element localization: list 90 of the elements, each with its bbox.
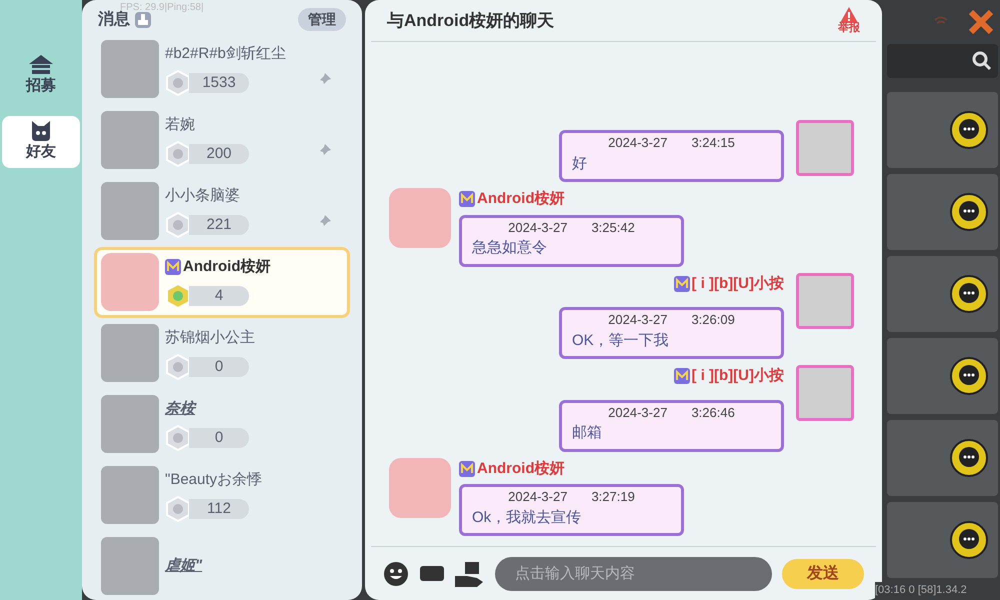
message-time: 3:26:09 <box>691 311 735 329</box>
panel-title: 消息 <box>98 10 130 30</box>
avatar-placeholder <box>101 324 159 382</box>
friend-count: 112 <box>189 498 249 519</box>
smiley-icon[interactable] <box>383 560 409 586</box>
close-icon[interactable] <box>968 9 994 35</box>
friend-name: 小小条脑婆 <box>165 186 240 206</box>
chat-bubble-icon[interactable] <box>950 357 988 395</box>
cat-icon <box>30 120 52 141</box>
message-date: 2024-3-27 <box>608 311 668 329</box>
nav-tab[interactable]: 好友 <box>2 116 80 168</box>
search-field[interactable] <box>887 44 998 78</box>
message-date: 2024-3-27 <box>508 218 568 236</box>
vip-badge-icon <box>459 460 475 477</box>
friend-item[interactable]: 虐姬" <box>94 530 350 600</box>
friend-count: 0 <box>189 428 249 448</box>
avatar-placeholder <box>101 466 159 524</box>
sender-name: [ i ][b][U]小按 <box>692 366 784 386</box>
chat-input-field[interactable]: 点击输入聊天内容 <box>495 556 772 590</box>
friend-name: #b2#R#b剑斩红尘 <box>165 44 286 64</box>
sender-name: Android桉妍 <box>477 458 564 478</box>
clover-badge-icon <box>165 70 191 96</box>
friend-item[interactable]: 若婉 200 <box>94 104 350 176</box>
vip-badge-icon <box>459 191 475 208</box>
chat-title: 与Android桉妍的聊天 <box>387 10 554 32</box>
avatar-placeholder <box>101 253 159 312</box>
clover-badge-icon <box>165 140 191 167</box>
friend-item[interactable]: 苏锦烟小公主 0 <box>94 318 350 389</box>
clover-badge-icon <box>165 424 191 451</box>
chat-bubble-icon[interactable] <box>950 521 988 559</box>
friend-name: "Beautyお余悸 <box>165 470 262 490</box>
avatar-placeholder <box>796 272 854 328</box>
clover-badge-icon <box>165 212 191 238</box>
chat-bubble-icon[interactable] <box>950 275 988 313</box>
version-text: [03:16 0 [58]1.34.2 <box>875 582 967 600</box>
friend-count: 200 <box>189 144 249 164</box>
friend-item[interactable]: 奈桉 0 <box>94 388 350 460</box>
avatar-placeholder <box>101 395 159 454</box>
friend-item[interactable]: "Beautyお余悸 112 <box>94 460 350 531</box>
message-text: Ok，我就去宣传 <box>472 508 582 528</box>
friend-item[interactable]: #b2#R#b剑斩红尘 1533 <box>94 34 350 105</box>
message-date: 2024-3-27 <box>508 488 568 506</box>
avatar-placeholder <box>389 458 451 518</box>
message-date: 2024-3-27 <box>608 404 668 422</box>
clover-badge-icon <box>165 496 191 522</box>
send-button[interactable]: 发送 <box>782 558 864 588</box>
clover-badge-icon <box>165 282 191 309</box>
message-time: 3:25:42 <box>591 218 635 236</box>
message-date: 2024-3-27 <box>608 134 668 152</box>
avatar-placeholder <box>101 111 159 170</box>
avatar-placeholder <box>796 120 854 176</box>
friend-name: Android桉妍 <box>183 257 270 278</box>
clover-badge-icon <box>165 354 191 380</box>
message-text: 好 <box>572 154 588 174</box>
message-text: 邮箱 <box>572 423 603 443</box>
message-text: 急急如意令 <box>472 238 548 258</box>
chat-bubble-icon[interactable] <box>950 193 988 231</box>
chat-bubble-icon[interactable] <box>950 439 988 477</box>
message-text: OK，等一下我 <box>572 330 670 350</box>
message-time: 3:27:19 <box>591 488 635 506</box>
vip-badge-icon <box>165 259 181 276</box>
house-icon <box>29 54 53 75</box>
report-button[interactable]: 举报 <box>838 7 860 34</box>
avatar-placeholder <box>101 537 159 596</box>
message-time: 3:26:46 <box>691 404 735 422</box>
search-icon <box>972 51 992 71</box>
friend-name: 苏锦烟小公主 <box>165 328 255 348</box>
message-time: 3:24:15 <box>691 134 735 152</box>
sender-name: [ i ][b][U]小按 <box>692 274 784 294</box>
manage-button[interactable]: 管理 <box>298 8 346 32</box>
vip-badge-icon <box>674 368 690 384</box>
friend-count: 1533 <box>189 72 249 93</box>
friend-count: 0 <box>189 356 249 377</box>
friend-count: 4 <box>189 286 249 306</box>
friend-item[interactable]: 小小条脑婆 221 <box>94 176 350 247</box>
warning-icon <box>840 7 858 23</box>
avatar-placeholder <box>796 365 854 421</box>
avatar-placeholder <box>389 188 451 248</box>
friend-name: 奈桉 <box>165 399 195 420</box>
vip-badge-icon <box>674 276 690 292</box>
friend-name: 虐姬" <box>165 556 202 576</box>
friend-name: 若婉 <box>165 115 195 136</box>
friend-count: 221 <box>189 214 249 235</box>
avatar-placeholder <box>101 182 159 240</box>
chat-bubble-icon[interactable] <box>950 111 988 149</box>
avatar-placeholder <box>101 40 159 98</box>
friend-item[interactable]: Android桉妍 4 <box>94 246 350 318</box>
nav-tab[interactable]: 招募 <box>2 50 80 102</box>
card-icon[interactable] <box>419 564 445 584</box>
sender-name: Android桉妍 <box>477 189 564 209</box>
